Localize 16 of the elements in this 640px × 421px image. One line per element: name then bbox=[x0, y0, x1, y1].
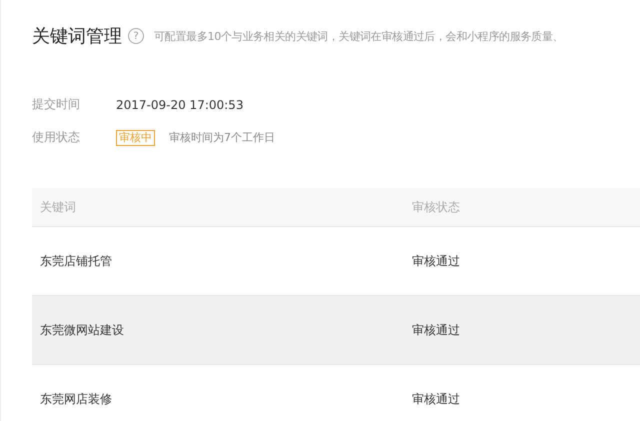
column-header: 审核状态 bbox=[412, 198, 461, 216]
table-cell-text: 东莞网店装修 bbox=[39, 390, 113, 408]
description-text: 可配置最多10个与业务相关的关键词，关键词在审核通过后，会和小程序的服务质量、 bbox=[154, 28, 564, 44]
table-cell-text: 审核通过 bbox=[412, 390, 461, 408]
table-row[interactable]: 东莞微网站建设 审核通过 bbox=[32, 296, 640, 365]
table-cell-text: 东莞店铺托管 bbox=[39, 252, 113, 270]
table-cell-text: 审核通过 bbox=[412, 322, 461, 338]
table-cell-text: 审核通过 bbox=[412, 252, 461, 270]
page-title: 关键词管理 bbox=[32, 25, 122, 48]
status-note: 审核时间为7个工作日 bbox=[169, 130, 275, 145]
table-cell-text: 东莞微网站建设 bbox=[39, 322, 125, 338]
column-header: 关键词 bbox=[39, 198, 77, 216]
status-badge: 审核中 bbox=[116, 130, 155, 146]
field-label: 使用状态 bbox=[32, 129, 81, 146]
field-label: 提交时间 bbox=[32, 96, 81, 113]
field-value: 2017-09-20 17:00:53 bbox=[116, 98, 244, 112]
